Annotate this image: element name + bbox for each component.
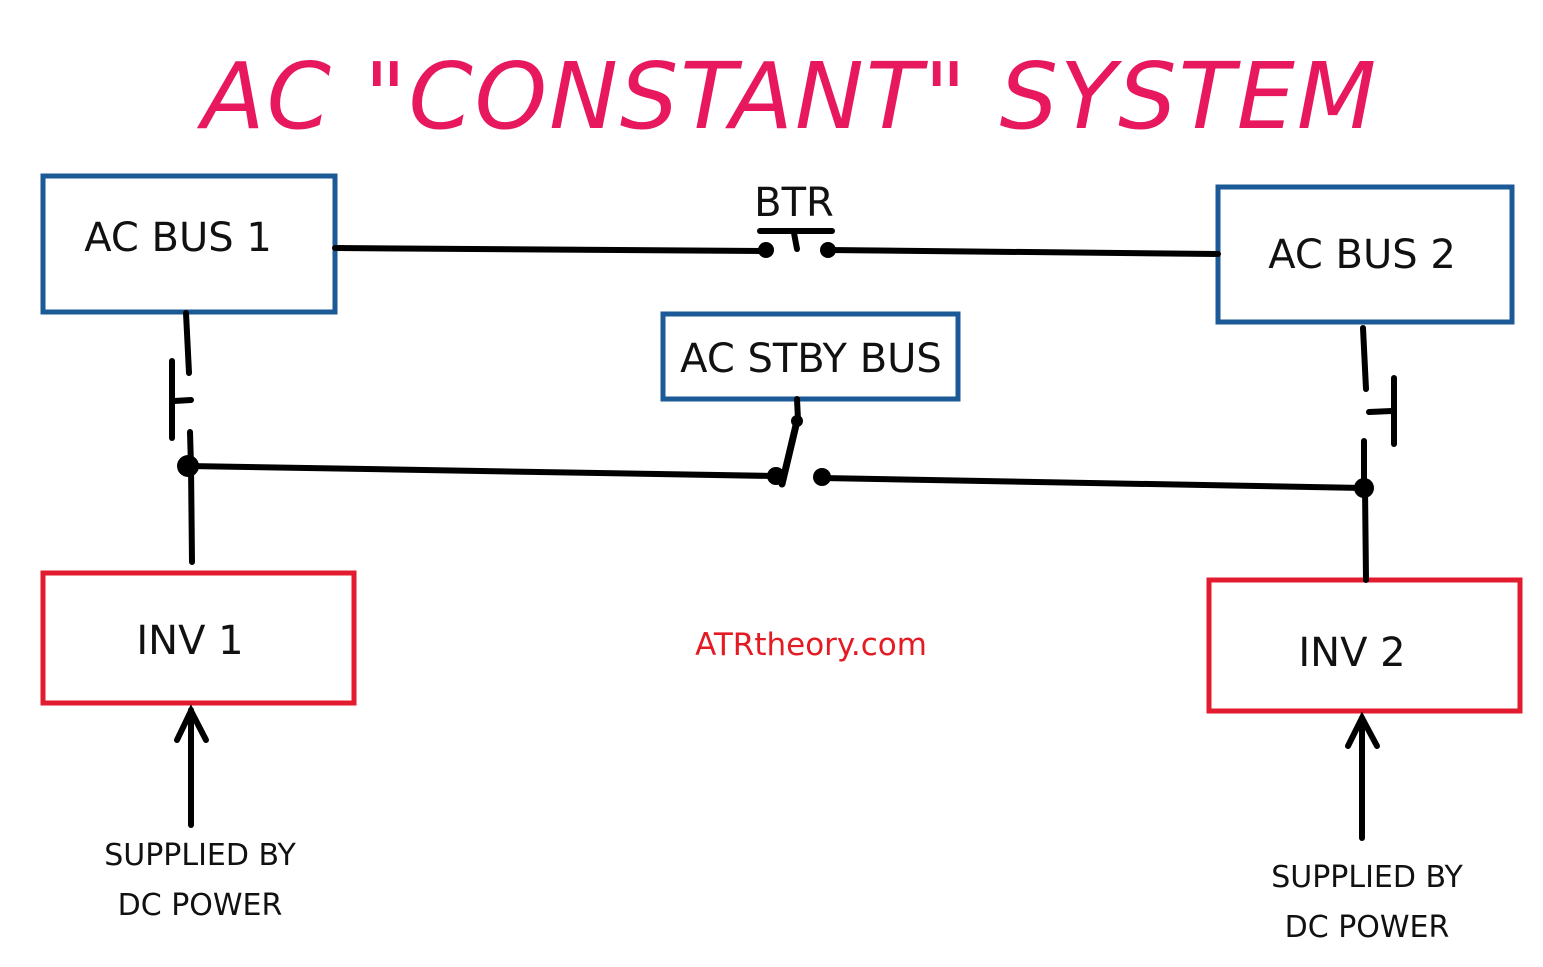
diagram-title: AC "CONSTANT" SYSTEM <box>197 43 1379 150</box>
ac-stby-bus[interactable]: AC STBY BUS <box>660 311 961 402</box>
inv1-switch-stem <box>171 397 194 404</box>
watermark-link[interactable]: ATRtheory.com <box>695 627 927 663</box>
inv1-contactor-circuit <box>177 310 199 565</box>
inv1-supply-line-1: SUPPLIED BY <box>104 838 296 873</box>
inverter-1[interactable]: INV 1 <box>40 570 357 706</box>
inv2-contactor-circuit <box>1354 325 1374 583</box>
inv-1-label: INV 1 <box>136 618 243 664</box>
ac-stby-bus-label: AC STBY BUS <box>680 336 942 382</box>
btr-switch-stem <box>791 230 800 252</box>
btr-contact-left <box>758 242 774 258</box>
ac-bus-1-label: AC BUS 1 <box>84 215 272 261</box>
btr-label: BTR <box>754 180 834 226</box>
inv2-switch-stem <box>1366 408 1395 415</box>
inverter-2[interactable]: INV 2 <box>1206 577 1523 714</box>
ac-bus-2[interactable]: AC BUS 2 <box>1215 184 1515 325</box>
inv-2-label: INV 2 <box>1298 630 1405 676</box>
dc-supply-inv1: SUPPLIED BY DC POWER <box>104 704 296 923</box>
inv2-supply-line-1: SUPPLIED BY <box>1271 860 1463 895</box>
ac-constant-system-diagram: AC "CONSTANT" SYSTEM AC BUS 1 AC BUS 2 A… <box>40 43 1523 945</box>
wire-bus2-down <box>1360 325 1369 392</box>
ac-bus-1[interactable]: AC BUS 1 <box>40 173 338 315</box>
stby-switch-blade <box>778 417 801 488</box>
stby-transfer-circuit <box>185 463 1367 491</box>
wire-stby-switch-to-node2 <box>819 475 1367 491</box>
ac-bus-2-label: AC BUS 2 <box>1268 232 1456 278</box>
inv2-supply-line-2: DC POWER <box>1285 910 1450 945</box>
wire-bus1-down <box>183 310 192 376</box>
wire-node1-to-inv1 <box>188 463 195 565</box>
dc-supply-inv2: SUPPLIED BY DC POWER <box>1271 711 1463 945</box>
wire-node1-to-stby-switch <box>185 463 777 479</box>
btr-circuit <box>332 242 1221 258</box>
wire-node2-to-inv2 <box>1362 485 1369 583</box>
stby-transfer-switch[interactable] <box>778 396 803 488</box>
inv2-contactor-switch[interactable] <box>1366 375 1397 447</box>
inv1-supply-line-2: DC POWER <box>118 888 283 923</box>
wire-bus1-to-btr <box>332 245 767 254</box>
wire-btr-to-bus2 <box>825 247 1221 257</box>
